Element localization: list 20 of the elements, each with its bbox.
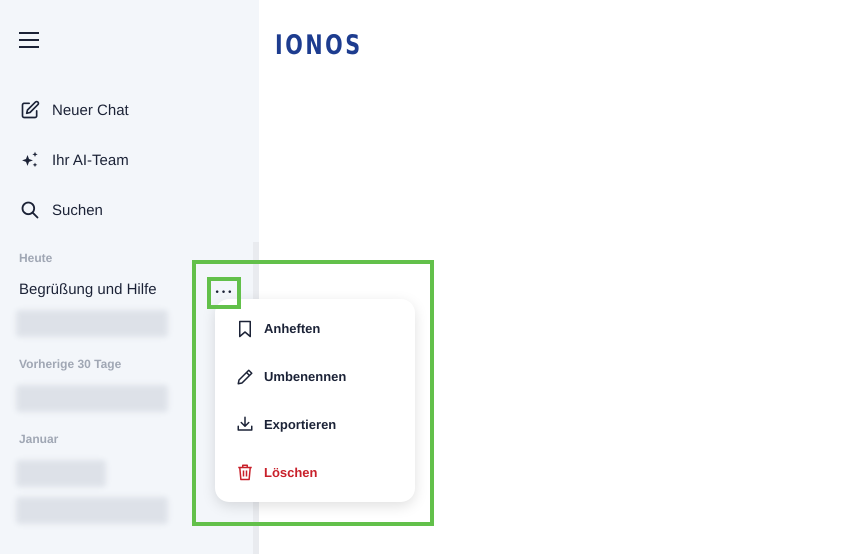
menu-item[interactable]: Exportieren (236, 415, 336, 434)
section-heading: Heute (19, 251, 52, 265)
nav-item[interactable]: Suchen (20, 196, 103, 224)
menu-item[interactable]: Anheften (236, 320, 320, 338)
nav-item[interactable]: Ihr AI-Team (20, 146, 129, 174)
section-heading: Januar (19, 432, 58, 446)
trash-icon (236, 463, 254, 482)
section-heading: Vorherige 30 Tage (19, 357, 122, 371)
pencil-icon (236, 368, 254, 386)
bookmark-icon (236, 320, 254, 338)
logo: IONOS (275, 30, 363, 61)
compose-icon (20, 100, 40, 120)
menu-icon[interactable] (18, 30, 40, 50)
search-icon (20, 200, 40, 220)
more-button[interactable]: ••• (211, 281, 237, 305)
nav-item[interactable]: Neuer Chat (20, 96, 129, 124)
menu-item[interactable]: Löschen (236, 463, 318, 482)
download-icon (236, 415, 254, 434)
menu-item[interactable]: Umbenennen (236, 368, 346, 386)
chat-item[interactable]: Begrüßung und Hilfe (19, 281, 157, 298)
